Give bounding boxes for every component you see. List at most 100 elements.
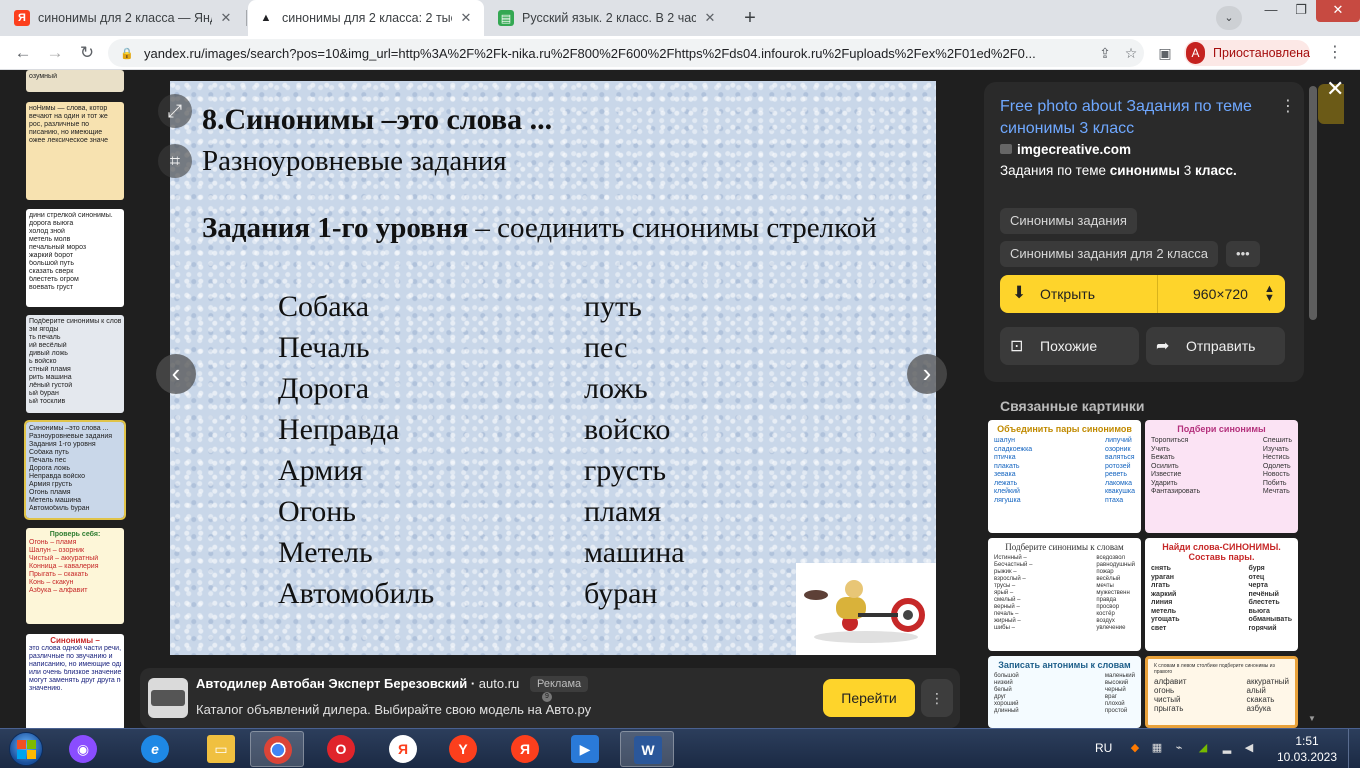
tab-yandex-search[interactable]: Я синонимы для 2 класса — Янде ✕: [4, 0, 244, 36]
close-tab-icon[interactable]: ✕: [218, 10, 234, 26]
taskbar-word[interactable]: W: [620, 731, 674, 767]
thumbnail-6[interactable]: Синонимы – это слова одной части речи, р…: [26, 634, 124, 728]
word-item: буран: [584, 577, 658, 610]
more-tags-button[interactable]: •••: [1226, 241, 1260, 267]
right-word-column: путь пес ложь войско грусть пламя машина…: [584, 286, 685, 614]
profile-button[interactable]: А Приостановлена: [1184, 40, 1310, 66]
show-desktop-button[interactable]: [1348, 729, 1360, 768]
minimize-icon[interactable]: —: [1256, 0, 1286, 22]
forward-icon[interactable]: →: [42, 40, 68, 66]
reload-icon[interactable]: ↻: [74, 40, 100, 66]
url-text[interactable]: yandex.ru/images/search?pos=10&img_url=h…: [144, 46, 1092, 61]
related-image-4[interactable]: Записать антонимы к словам большой низкий…: [988, 656, 1141, 728]
tag-synonyms-tasks-grade2[interactable]: Синонимы задания для 2 класса: [1000, 241, 1219, 267]
ad-go-button[interactable]: Перейти: [823, 679, 915, 717]
ad-banner[interactable]: Автодилер Автобан Эксперт Березовский · …: [140, 668, 960, 728]
thumbnail-4-selected[interactable]: Синонимы –это слова ... Разноуровневые з…: [24, 420, 126, 520]
taskbar-opera[interactable]: O: [314, 731, 368, 767]
taskbar-yandex[interactable]: Y: [436, 731, 490, 767]
main-image[interactable]: 8.Синонимы –это слова ... Разноуровневые…: [170, 81, 936, 655]
source-site[interactable]: imgecreative.com: [1000, 142, 1131, 157]
image-title-link[interactable]: Free photo about Задания по теме синоним…: [1000, 96, 1270, 140]
thumbnail-strip[interactable]: озумный ноНимы — слова, котор вечают на …: [24, 70, 126, 728]
opera-icon: O: [327, 735, 355, 763]
image-viewer: озумный ноНимы — слова, котор вечают на …: [0, 70, 1360, 728]
next-image-button[interactable]: ›: [907, 354, 947, 394]
browser-menu-icon[interactable]: ⋮: [1322, 40, 1348, 66]
ad-title[interactable]: Автодилер Автобан Эксперт Березовский · …: [196, 676, 519, 691]
slide-task: Задания 1-го уровня – соединить синонимы…: [202, 212, 877, 244]
ad-more-icon[interactable]: ⋮: [921, 679, 953, 717]
yandex-images-icon: ▲: [258, 10, 274, 26]
usb-icon[interactable]: ⌁: [1172, 741, 1186, 755]
tag-row: Синонимы задания для 2 класса •••: [1000, 241, 1268, 267]
taskbar-alice[interactable]: ◉: [56, 731, 110, 767]
expand-icon[interactable]: ⤢: [158, 94, 192, 128]
tray-app-icon[interactable]: ◆: [1128, 741, 1142, 755]
tag-row: Синонимы задания: [1000, 208, 1145, 234]
site-favicon-icon: [1000, 144, 1012, 154]
tag-synonyms-tasks[interactable]: Синонимы задания: [1000, 208, 1137, 234]
language-indicator[interactable]: RU: [1095, 741, 1112, 755]
back-icon[interactable]: ←: [10, 40, 36, 66]
signal-icon[interactable]: ▂: [1220, 741, 1234, 755]
related-image-3[interactable]: Найди слова-СИНОНИМЫ. Составь пары. снят…: [1145, 538, 1298, 651]
new-tab-button[interactable]: +: [736, 4, 764, 32]
avatar: А: [1186, 42, 1206, 64]
volume-icon[interactable]: ◀: [1242, 741, 1256, 755]
thumbnail-0[interactable]: озумный: [26, 70, 124, 92]
word-item: грусть: [584, 454, 667, 487]
open-button[interactable]: ⬇ Открыть 960×720 ▲ ▼: [1000, 275, 1285, 313]
size-select[interactable]: 960×720: [1193, 286, 1248, 302]
thumbnail-5[interactable]: Проверь себя: Огонь – пламя Шалун – озор…: [26, 528, 124, 624]
taskbar-chrome[interactable]: [250, 731, 304, 767]
tab-yandex-images[interactable]: ▲ синонимы для 2 класса: 2 тыс и ✕: [248, 0, 484, 36]
taskbar-file-explorer[interactable]: ▭: [194, 731, 248, 767]
close-window-icon[interactable]: ✕: [1316, 0, 1360, 22]
taskbar-yandex-app[interactable]: Я: [498, 731, 552, 767]
crop-icon[interactable]: ⌗: [158, 144, 192, 178]
previous-image-button[interactable]: ‹: [156, 354, 196, 394]
share-icon[interactable]: ⇪: [1092, 45, 1118, 62]
tab-separator: [246, 10, 247, 26]
taskbar-internet-explorer[interactable]: e: [128, 731, 182, 767]
ad-label: Реклама: [530, 676, 589, 692]
close-viewer-icon[interactable]: ✕: [1326, 76, 1344, 102]
similar-button[interactable]: ⊡ Похожие: [1000, 327, 1139, 365]
panel-menu-icon[interactable]: ⋮: [1280, 96, 1296, 116]
start-button[interactable]: [4, 731, 48, 767]
ad-text: Каталог объявлений дилера. Выбирайте сво…: [196, 702, 592, 717]
restore-icon[interactable]: ❐: [1286, 0, 1316, 22]
lock-icon[interactable]: 🔒: [120, 47, 134, 60]
thumbnail-2[interactable]: дини стрелкой синонимы. дорога выюга хол…: [26, 209, 124, 307]
share-arrow-icon: ➦: [1156, 338, 1170, 355]
related-image-2[interactable]: Подберите синонимы к словам Истинный – Бе…: [988, 538, 1141, 651]
chevron-updown-icon[interactable]: ▲ ▼: [1264, 284, 1275, 304]
scroll-down-icon[interactable]: ▼: [1308, 714, 1316, 723]
tab-textbook[interactable]: ▤ Русский язык. 2 класс. В 2 частя ✕: [488, 0, 728, 36]
side-panel-icon[interactable]: ▣: [1152, 40, 1178, 66]
related-image-0[interactable]: Объединить пары синонимов шалун сладкоежк…: [988, 420, 1141, 533]
bookmark-star-icon[interactable]: ☆: [1118, 45, 1144, 62]
network-icon[interactable]: ▦: [1150, 741, 1164, 755]
thumbnail-1[interactable]: ноНимы — слова, котор вечают на один и т…: [26, 102, 124, 200]
file-explorer-icon: ▭: [207, 735, 235, 763]
thumbnail-3[interactable]: Подберите синонимы к словам эм ягоды ть …: [26, 315, 124, 413]
related-image-5[interactable]: К словам в левом столбике подберите сино…: [1145, 656, 1298, 728]
taskbar-media-player[interactable]: ▶: [558, 731, 612, 767]
tab-search-icon[interactable]: ⌄: [1216, 6, 1242, 30]
taskbar-yandex-browser[interactable]: Я: [376, 731, 430, 767]
word-item: путь: [584, 290, 642, 323]
address-bar[interactable]: 🔒 yandex.ru/images/search?pos=10&img_url…: [108, 39, 1144, 67]
clock[interactable]: 1:51 10.03.2023: [1272, 733, 1342, 765]
cartoon-clipart: [796, 563, 936, 655]
related-image-1[interactable]: Подбери синонимы Торопиться Учить Бежать Ос…: [1145, 420, 1298, 533]
close-tab-icon[interactable]: ✕: [458, 10, 474, 26]
share-button[interactable]: ➦ Отправить: [1146, 327, 1285, 365]
nvidia-icon[interactable]: ◢: [1196, 741, 1210, 755]
scrollbar-thumb[interactable]: [1309, 86, 1317, 320]
left-word-column: Собака Печаль Дорога Неправда Армия Огон…: [278, 286, 434, 614]
panel-scrollbar[interactable]: ▼: [1307, 82, 1319, 728]
lens-icon: ⊡: [1010, 338, 1024, 355]
close-tab-icon[interactable]: ✕: [702, 10, 718, 26]
